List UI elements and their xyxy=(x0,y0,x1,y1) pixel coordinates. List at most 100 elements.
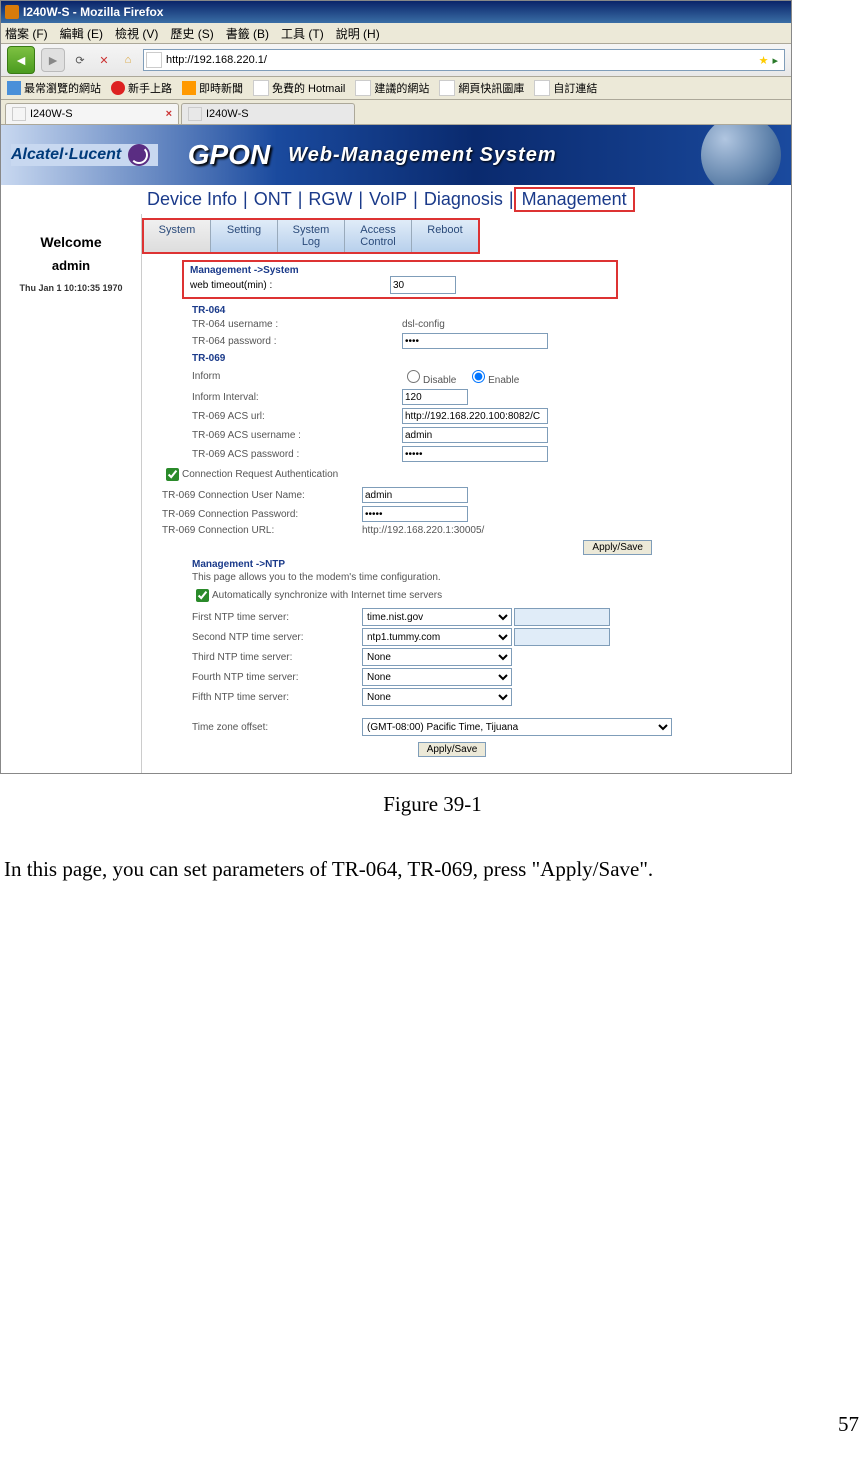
page-number: 57 xyxy=(0,1412,865,1437)
acs-url-input[interactable] xyxy=(402,408,548,424)
menu-bookmarks[interactable]: 書籤 (B) xyxy=(226,25,269,42)
tr064-header: TR-064 xyxy=(192,305,783,316)
reload-icon[interactable]: ⟳ xyxy=(71,51,89,69)
interval-input[interactable] xyxy=(402,389,468,405)
tr064-user-value: dsl-config xyxy=(402,319,445,330)
nav-device-info[interactable]: Device Info xyxy=(141,189,243,210)
firefox-icon xyxy=(5,5,19,19)
ntp3-select[interactable]: None xyxy=(362,648,512,666)
conn-pass-input[interactable] xyxy=(362,506,468,522)
forward-button: ► xyxy=(41,48,65,72)
ntp2-label: Second NTP time server: xyxy=(192,632,362,643)
nav-diagnosis[interactable]: Diagnosis xyxy=(418,189,509,210)
bookmark-suggested[interactable]: 建議的網站 xyxy=(355,80,429,96)
tz-select[interactable]: (GMT-08:00) Pacific Time, Tijuana xyxy=(362,718,672,736)
ntp4-label: Fourth NTP time server: xyxy=(192,672,362,683)
menu-history[interactable]: 歷史 (S) xyxy=(170,25,213,42)
ntp5-select[interactable]: None xyxy=(362,688,512,706)
tr064-section: TR-064 TR-064 username : dsl-config TR-0… xyxy=(192,305,783,536)
system-header: Management ->System xyxy=(190,265,610,276)
subtab-system[interactable]: System xyxy=(144,220,211,252)
acs-user-input[interactable] xyxy=(402,427,548,443)
acs-pass-label: TR-069 ACS password : xyxy=(192,449,402,460)
subtab-accesscontrol[interactable]: AccessControl xyxy=(345,220,412,252)
ntp-auto-checkbox[interactable] xyxy=(196,589,209,602)
figure-caption: Figure 39-1 xyxy=(0,792,865,817)
alcatel-lucent-logo: Alcatel·Lucent xyxy=(11,144,158,166)
page-icon xyxy=(146,52,162,68)
menu-tools[interactable]: 工具 (T) xyxy=(281,25,324,42)
bookmark-mostvisited[interactable]: 最常瀏覽的網站 xyxy=(7,80,101,96)
nav-management[interactable]: Management xyxy=(514,187,635,212)
bookmark-news[interactable]: 即時新聞 xyxy=(182,80,243,96)
nav-voip[interactable]: VoIP xyxy=(363,189,413,210)
date-label: Thu Jan 1 10:10:35 1970 xyxy=(1,283,141,293)
main-panel: System Setting SystemLog AccessControl R… xyxy=(141,214,791,773)
main-nav: Device Info| ONT| RGW| VoIP| Diagnosis| … xyxy=(1,185,791,214)
firefox-toolbar: ◄ ► ⟳ ✕ ⌂ http://192.168.220.1/ ★ ▸ xyxy=(1,44,791,77)
go-icon[interactable]: ▸ xyxy=(772,54,778,67)
close-icon[interactable]: × xyxy=(166,108,172,120)
window-title: I240W-S - Mozilla Firefox xyxy=(23,5,163,19)
inform-enable-radio[interactable] xyxy=(472,370,485,383)
acs-url-label: TR-069 ACS url: xyxy=(192,411,402,422)
tr064-pass-input[interactable] xyxy=(402,333,548,349)
ntp1-label: First NTP time server: xyxy=(192,612,362,623)
menu-view[interactable]: 檢視 (V) xyxy=(115,25,158,42)
timeout-label: web timeout(min) : xyxy=(190,280,390,291)
menu-file[interactable]: 檔案 (F) xyxy=(5,25,48,42)
page-icon xyxy=(188,107,202,121)
menu-help[interactable]: 說明 (H) xyxy=(336,25,380,42)
ntp2-extra[interactable] xyxy=(514,628,610,646)
apply-save-button-2[interactable]: Apply/Save xyxy=(418,742,487,757)
nav-rgw[interactable]: RGW xyxy=(302,189,358,210)
tr064-pass-label: TR-064 password : xyxy=(192,336,402,347)
back-button[interactable]: ◄ xyxy=(7,46,35,74)
system-box: Management ->System web timeout(min) : xyxy=(182,260,618,299)
subtab-systemlog[interactable]: SystemLog xyxy=(278,220,345,252)
bookmark-getting-started[interactable]: 新手上路 xyxy=(111,80,172,96)
timeout-input[interactable] xyxy=(390,276,456,294)
ntp5-label: Fifth NTP time server: xyxy=(192,692,362,703)
body-text: In this page, you can set parameters of … xyxy=(4,857,865,882)
stop-icon[interactable]: ✕ xyxy=(95,51,113,69)
browser-screenshot: I240W-S - Mozilla Firefox 檔案 (F) 編輯 (E) … xyxy=(0,0,792,774)
ntp-desc: This page allows you to the modem's time… xyxy=(192,572,783,583)
interval-label: Inform Interval: xyxy=(192,392,402,403)
ntp2-select[interactable]: ntp1.tummy.com xyxy=(362,628,512,646)
ntp-section: Management ->NTP This page allows you to… xyxy=(192,559,783,736)
ntp1-extra[interactable] xyxy=(514,608,610,626)
ntp-header: Management ->NTP xyxy=(192,559,783,570)
apply-save-button-1[interactable]: Apply/Save xyxy=(583,540,652,555)
bookmark-custom[interactable]: 自訂連結 xyxy=(534,80,597,96)
subtab-setting[interactable]: Setting xyxy=(211,220,278,252)
conn-url-value: http://192.168.220.1:30005/ xyxy=(362,525,484,536)
menu-edit[interactable]: 編輯 (E) xyxy=(60,25,103,42)
tab-1-label: I240W-S xyxy=(30,108,73,120)
bookmark-hotmail[interactable]: 免費的 Hotmail xyxy=(253,80,345,96)
acs-pass-input[interactable] xyxy=(402,446,548,462)
home-icon[interactable]: ⌂ xyxy=(119,51,137,69)
conn-user-label: TR-069 Connection User Name: xyxy=(162,490,362,501)
subtab-reboot[interactable]: Reboot xyxy=(412,220,478,252)
ntp4-select[interactable]: None xyxy=(362,668,512,686)
tab-1[interactable]: I240W-S × xyxy=(5,103,179,124)
acs-user-label: TR-069 ACS username : xyxy=(192,430,402,441)
firefox-menubar[interactable]: 檔案 (F) 編輯 (E) 檢視 (V) 歷史 (S) 書籤 (B) 工具 (T… xyxy=(1,23,791,44)
inform-disable-radio[interactable] xyxy=(407,370,420,383)
url-bar[interactable]: http://192.168.220.1/ ★ ▸ xyxy=(143,49,785,71)
star-icon[interactable]: ★ xyxy=(759,54,769,67)
conn-auth-checkbox[interactable] xyxy=(166,468,179,481)
nav-ont[interactable]: ONT xyxy=(248,189,298,210)
gpon-subtitle: Web-Management System xyxy=(288,144,556,167)
ntp1-select[interactable]: time.nist.gov xyxy=(362,608,512,626)
inform-disable-label: Disable xyxy=(423,375,456,386)
tr064-user-label: TR-064 username : xyxy=(192,319,402,330)
welcome-label: Welcome xyxy=(1,234,141,250)
bookmark-webslice[interactable]: 網頁快訊圖庫 xyxy=(439,80,524,96)
tr069-header: TR-069 xyxy=(192,353,783,364)
conn-user-input[interactable] xyxy=(362,487,468,503)
conn-auth-label: Connection Request Authentication xyxy=(182,469,338,480)
tab-2[interactable]: I240W-S xyxy=(181,103,355,124)
user-label: admin xyxy=(1,258,141,273)
